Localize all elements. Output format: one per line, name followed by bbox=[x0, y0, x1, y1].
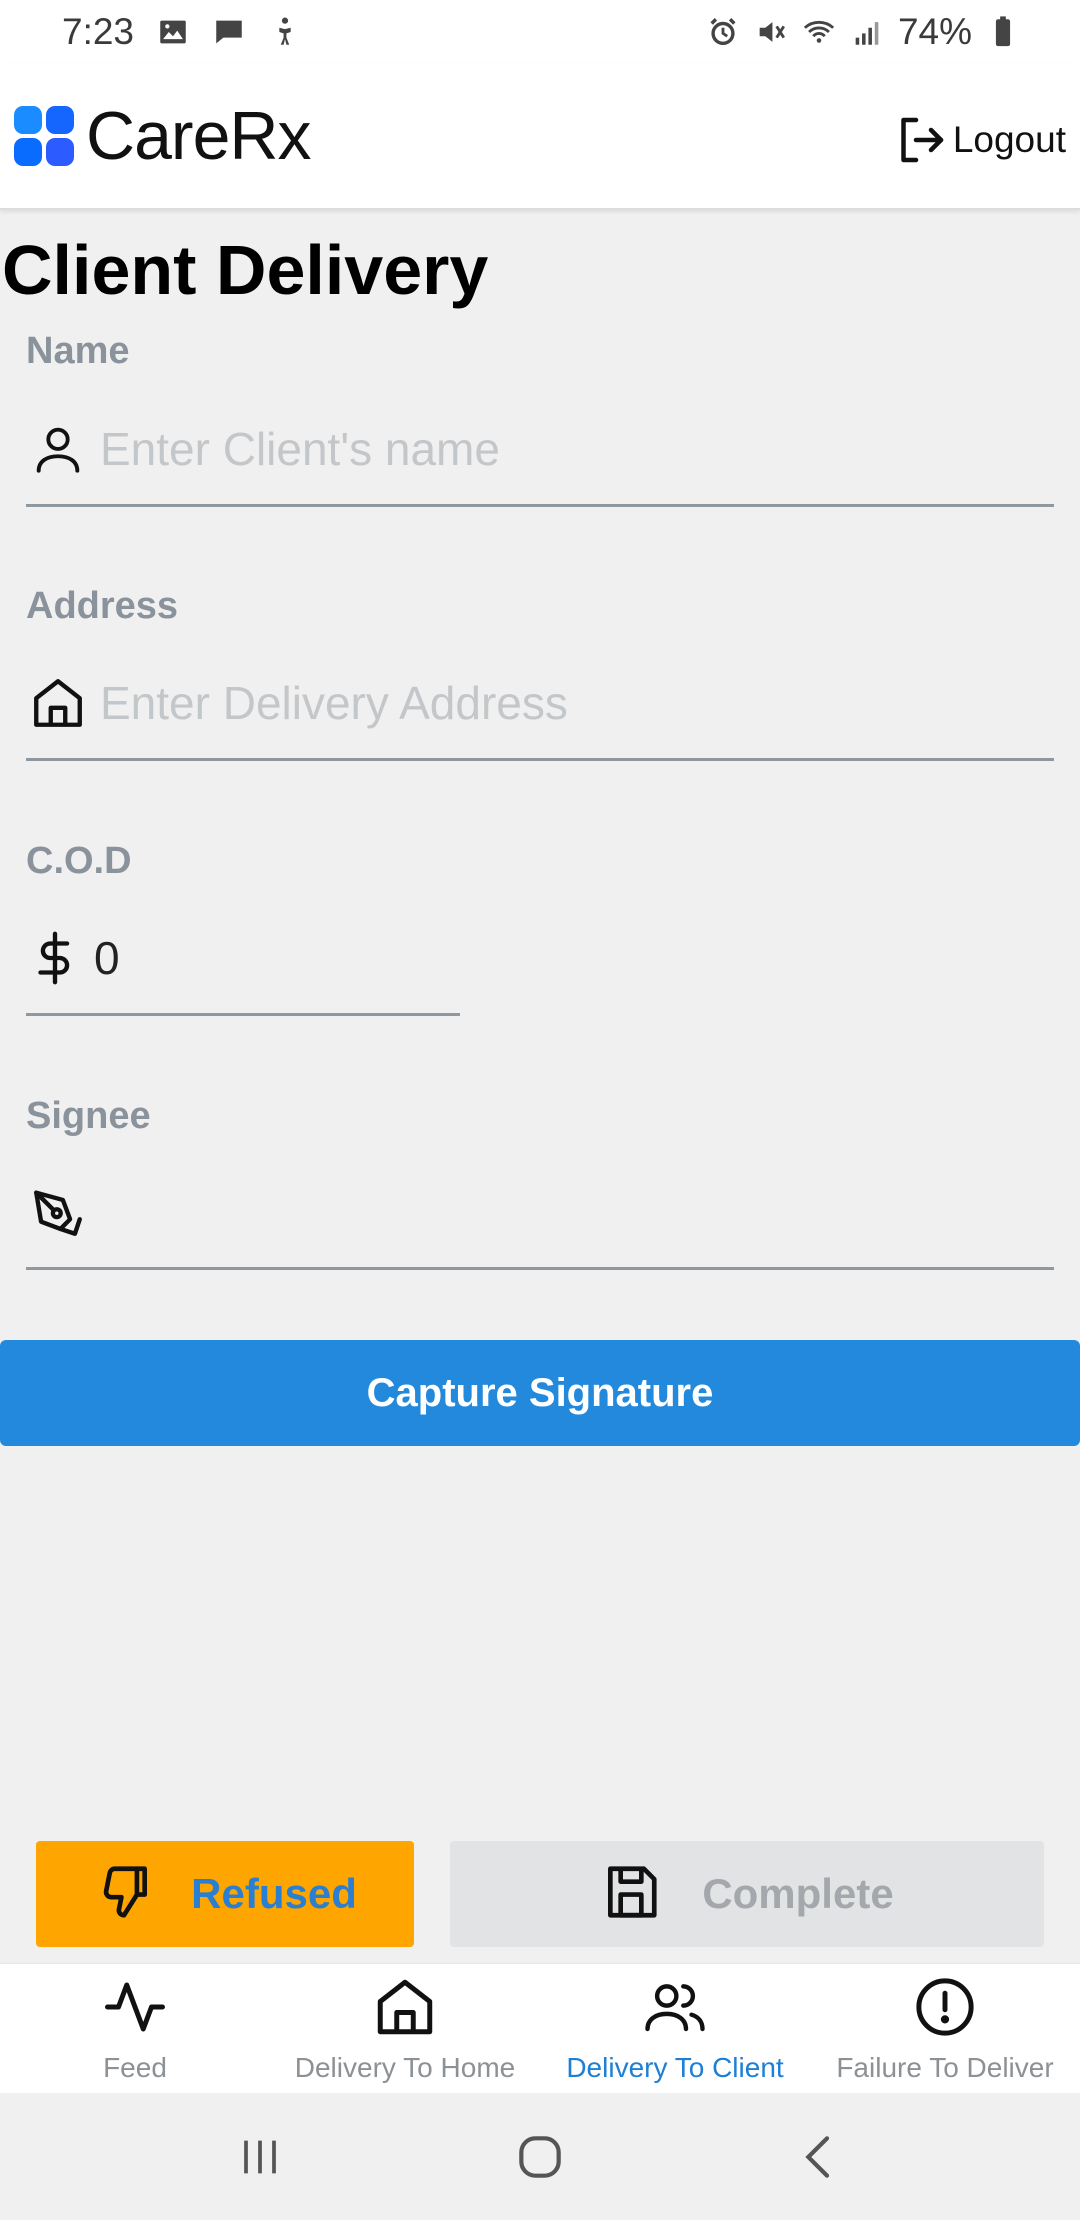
signee-label: Signee bbox=[26, 1095, 151, 1137]
nav-label-failure-to-deliver: Failure To Deliver bbox=[836, 2052, 1054, 2083]
nav-label-feed: Feed bbox=[103, 2052, 167, 2083]
system-nav-bar bbox=[0, 2093, 1080, 2220]
status-bar: 7:23 74% bbox=[0, 0, 1080, 64]
bottom-nav: Feed Delivery To Home Delivery To Client… bbox=[0, 1963, 1080, 2093]
status-right: 74% bbox=[706, 11, 1020, 53]
logout-label: Logout bbox=[952, 119, 1066, 160]
pen-tool-icon bbox=[26, 1180, 90, 1244]
nav-label-delivery-to-home: Delivery To Home bbox=[294, 2052, 516, 2083]
complete-button[interactable]: Complete bbox=[450, 1841, 1044, 1947]
battery-percent: 74% bbox=[897, 11, 972, 52]
logo-text: CareRx bbox=[86, 102, 312, 170]
activity-icon bbox=[105, 1982, 165, 2032]
home-button[interactable] bbox=[505, 2122, 575, 2192]
back-button[interactable] bbox=[785, 2122, 855, 2192]
nav-item-delivery-to-client[interactable]: Delivery To Client bbox=[540, 1964, 810, 2093]
save-icon bbox=[600, 1861, 662, 1928]
nav-item-delivery-to-home[interactable]: Delivery To Home bbox=[270, 1964, 540, 2093]
message-icon bbox=[212, 15, 246, 49]
recent-apps-icon bbox=[244, 2140, 276, 2173]
name-field bbox=[26, 393, 1054, 507]
refused-button[interactable]: Refused bbox=[36, 1841, 414, 1947]
dollar-icon bbox=[26, 926, 84, 990]
signee-field bbox=[26, 1156, 1054, 1270]
thumbs-down-icon bbox=[93, 1861, 155, 1928]
capture-signature-button[interactable]: Capture Signature bbox=[0, 1340, 1080, 1446]
cod-field bbox=[26, 902, 692, 1016]
home-icon bbox=[377, 1979, 433, 2035]
wifi-icon bbox=[802, 15, 836, 49]
gallery-icon bbox=[156, 15, 190, 49]
name-input[interactable] bbox=[100, 408, 1054, 489]
nav-item-feed[interactable]: Feed bbox=[0, 1964, 270, 2093]
address-label: Address bbox=[26, 585, 179, 627]
accessibility-icon bbox=[268, 15, 302, 49]
recent-apps-button[interactable] bbox=[225, 2122, 295, 2192]
app-header: CareRx Logout bbox=[0, 64, 1080, 210]
address-input[interactable] bbox=[100, 662, 1054, 743]
battery-icon bbox=[986, 15, 1020, 49]
signal-icon bbox=[850, 15, 884, 49]
logout-button[interactable]: Logout bbox=[891, 108, 1066, 172]
logo-mark-icon bbox=[14, 106, 74, 166]
status-left: 7:23 bbox=[62, 11, 302, 53]
users-icon bbox=[645, 1984, 705, 2032]
mute-icon bbox=[754, 15, 788, 49]
nav-item-failure-to-deliver[interactable]: Failure To Deliver bbox=[810, 1964, 1080, 2093]
cod-input[interactable] bbox=[94, 917, 692, 998]
page-title: Client Delivery bbox=[2, 231, 489, 309]
signee-input[interactable] bbox=[100, 1171, 1054, 1252]
logo-text-rx: Rx bbox=[229, 98, 311, 174]
nav-label-delivery-to-client: Delivery To Client bbox=[566, 2052, 784, 2083]
back-chevron-icon bbox=[805, 2135, 830, 2178]
home-icon bbox=[26, 671, 90, 735]
cod-label: C.O.D bbox=[26, 840, 132, 882]
address-field bbox=[26, 647, 1054, 761]
refused-label: Refused bbox=[191, 1870, 357, 1917]
logout-icon bbox=[901, 117, 944, 163]
alarm-icon bbox=[706, 15, 740, 49]
name-label: Name bbox=[26, 330, 130, 372]
logo-text-care: Care bbox=[86, 98, 230, 174]
complete-label: Complete bbox=[702, 1870, 894, 1917]
alert-circle-icon bbox=[916, 1978, 974, 2036]
status-time: 7:23 bbox=[62, 11, 135, 52]
user-icon bbox=[26, 417, 90, 481]
carerx-logo: CareRx bbox=[12, 102, 312, 170]
home-circle-icon bbox=[519, 2135, 561, 2178]
